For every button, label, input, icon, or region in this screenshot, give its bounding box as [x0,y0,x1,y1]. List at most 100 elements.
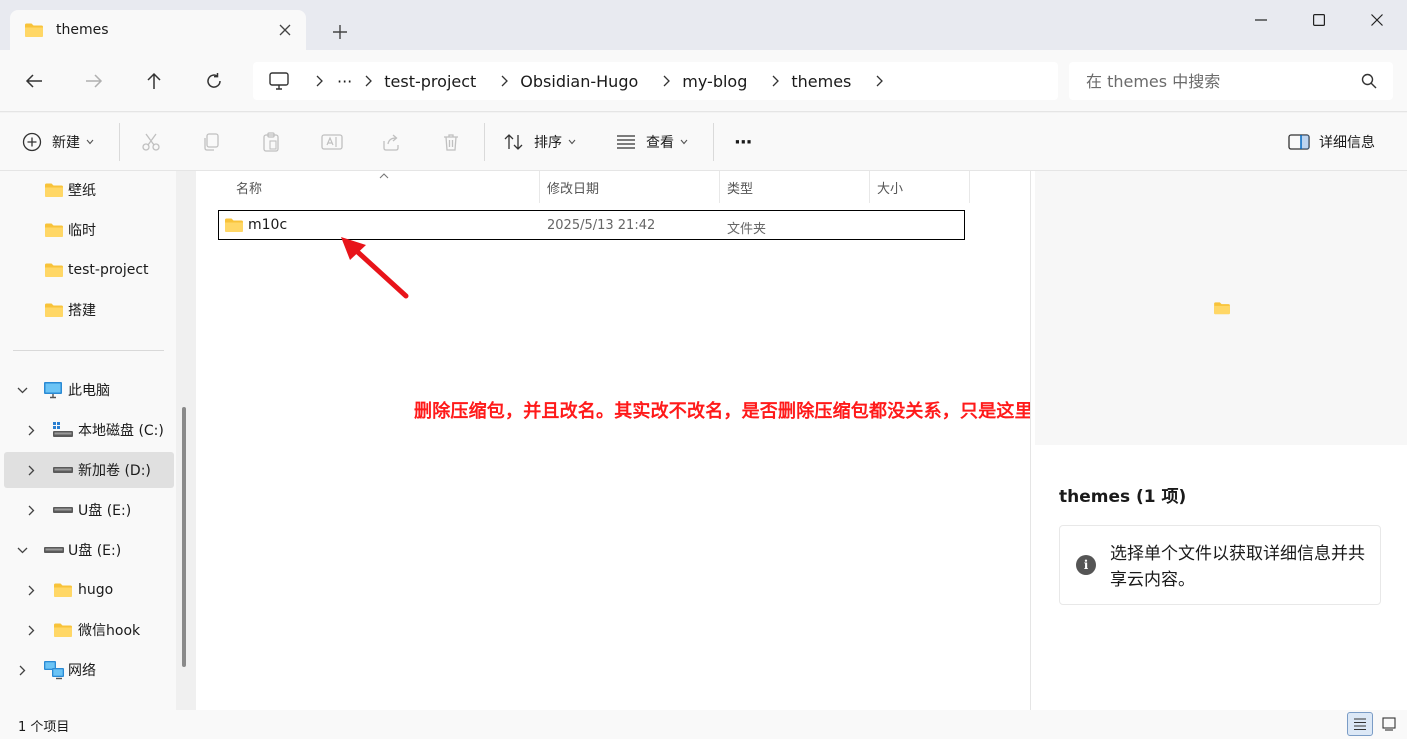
search-input[interactable] [1086,71,1346,91]
column-divider[interactable] [719,171,720,203]
chevron-right-icon[interactable] [763,75,787,87]
search-icon[interactable] [1361,73,1377,93]
command-bar: 新建 排序 查看 ··· 详细信息 [0,113,1407,171]
search-box[interactable] [1069,62,1393,100]
chevron-right-icon[interactable] [28,585,35,596]
network-icon [44,661,64,680]
sidebar-item-this-pc[interactable]: 此电脑 [0,372,176,408]
share-button[interactable] [381,125,401,159]
chevron-right-icon[interactable] [307,75,331,87]
sort-button[interactable]: 排序 [504,125,576,159]
paste-button[interactable] [261,125,281,159]
sidebar-item-label: U盘 (E:) [78,503,132,519]
tiles-view-button[interactable] [1376,712,1402,736]
share-icon [383,134,399,151]
sidebar-item-wallpaper[interactable]: 壁纸 [0,172,176,208]
new-button[interactable]: 新建 [22,125,94,159]
close-icon[interactable] [270,15,300,45]
sidebar-item-label: 网络 [68,663,96,679]
refresh-button[interactable] [197,65,231,97]
breadcrumb-overflow[interactable]: ··· [337,72,352,91]
column-header-type[interactable]: 类型 [727,171,753,203]
maximize-icon [1313,14,1325,26]
details-pane-button[interactable]: 详细信息 [1288,125,1375,159]
chevron-right-icon[interactable] [654,75,678,87]
breadcrumb-test-project[interactable]: test-project [384,72,476,91]
sidebar-item-network[interactable]: 网络 [0,652,176,688]
cut-button[interactable] [141,125,161,159]
column-header-size[interactable]: 大小 [877,171,903,203]
details-info-text: 选择单个文件以获取详细信息并共享云内容。 [1110,544,1365,590]
sidebar-item-usb-e-pc[interactable]: U盘 (E:) [0,492,176,528]
sort-label: 排序 [534,135,562,151]
up-button[interactable] [137,65,171,97]
maximize-button[interactable] [1290,0,1348,40]
sidebar-item-drive-c[interactable]: 本地磁盘 (C:) [0,412,176,448]
chevron-right-icon[interactable] [28,625,35,636]
minimize-icon [1255,19,1267,21]
view-button[interactable]: 查看 [616,125,688,159]
file-row-m10c[interactable]: m10c 2025/5/13 21:42 文件夹 [218,210,965,240]
new-tab-button[interactable] [326,18,354,46]
tiles-view-icon [1382,717,1396,731]
list-view-icon [617,135,635,149]
sidebar-scrollbar[interactable] [176,171,196,710]
copy-button[interactable] [201,125,221,159]
more-options-button[interactable]: ··· [734,125,752,159]
chevron-right-icon[interactable] [28,505,35,516]
clipboard-icon [263,132,279,152]
sidebar-item-label: 壁纸 [68,183,96,199]
delete-button[interactable] [441,125,461,159]
minimize-button[interactable] [1232,0,1290,40]
file-name: m10c [248,217,288,233]
divider [484,123,485,161]
column-divider[interactable] [539,171,540,203]
sidebar-item-temp[interactable]: 临时 [0,212,176,248]
sidebar-item-hugo[interactable]: hugo [0,572,176,608]
details-view-button[interactable] [1347,712,1373,736]
sidebar-item-build[interactable]: 搭建 [0,292,176,328]
chevron-right-icon[interactable] [356,75,380,87]
folder-icon [45,183,63,197]
sidebar-item-usb-e[interactable]: U盘 (E:) [0,532,176,568]
folder-icon [1214,302,1230,315]
plus-icon [333,25,347,39]
sidebar-scroll-thumb[interactable] [182,407,186,667]
sidebar-item-test-project[interactable]: test-project [0,252,176,288]
rename-icon [321,134,343,150]
back-button[interactable] [17,65,51,97]
column-divider[interactable] [969,171,970,203]
folder-icon [25,23,43,37]
chevron-right-icon[interactable] [19,665,26,676]
arrow-right-icon [86,74,103,88]
breadcrumb-obsidian-hugo[interactable]: Obsidian-Hugo [520,72,638,91]
file-modified: 2025/5/13 21:42 [547,218,656,233]
arrow-left-icon [25,74,42,88]
chevron-right-icon[interactable] [28,425,35,436]
column-divider[interactable] [869,171,870,203]
preview-area [1035,171,1407,445]
rename-button[interactable] [321,125,343,159]
forward-button[interactable] [77,65,111,97]
address-bar[interactable]: ··· test-project Obsidian-Hugo my-blog t… [253,62,1058,100]
divider [119,123,120,161]
column-header-modified[interactable]: 修改日期 [547,171,599,203]
view-label: 查看 [646,135,674,151]
plus-circle-icon [22,132,42,152]
window-close-button[interactable] [1348,0,1406,40]
column-header-name[interactable]: 名称 [236,171,262,203]
sidebar-item-label: 微信hook [78,623,141,639]
sidebar-item-wechat-hook[interactable]: 微信hook [0,612,176,648]
computer-icon[interactable] [269,72,289,90]
chevron-right-icon[interactable] [492,75,516,87]
sidebar-item-drive-d[interactable]: 新加卷 (D:) [4,452,174,488]
folder-icon [54,583,72,597]
chevron-down-icon[interactable] [17,387,28,394]
breadcrumb-my-blog[interactable]: my-blog [682,72,747,91]
tab-themes[interactable]: themes [10,10,306,50]
usb-drive-icon [53,507,73,513]
chevron-right-icon[interactable] [867,75,891,87]
chevron-right-icon[interactable] [28,465,35,476]
chevron-down-icon[interactable] [17,547,28,554]
breadcrumb-themes[interactable]: themes [791,72,851,91]
